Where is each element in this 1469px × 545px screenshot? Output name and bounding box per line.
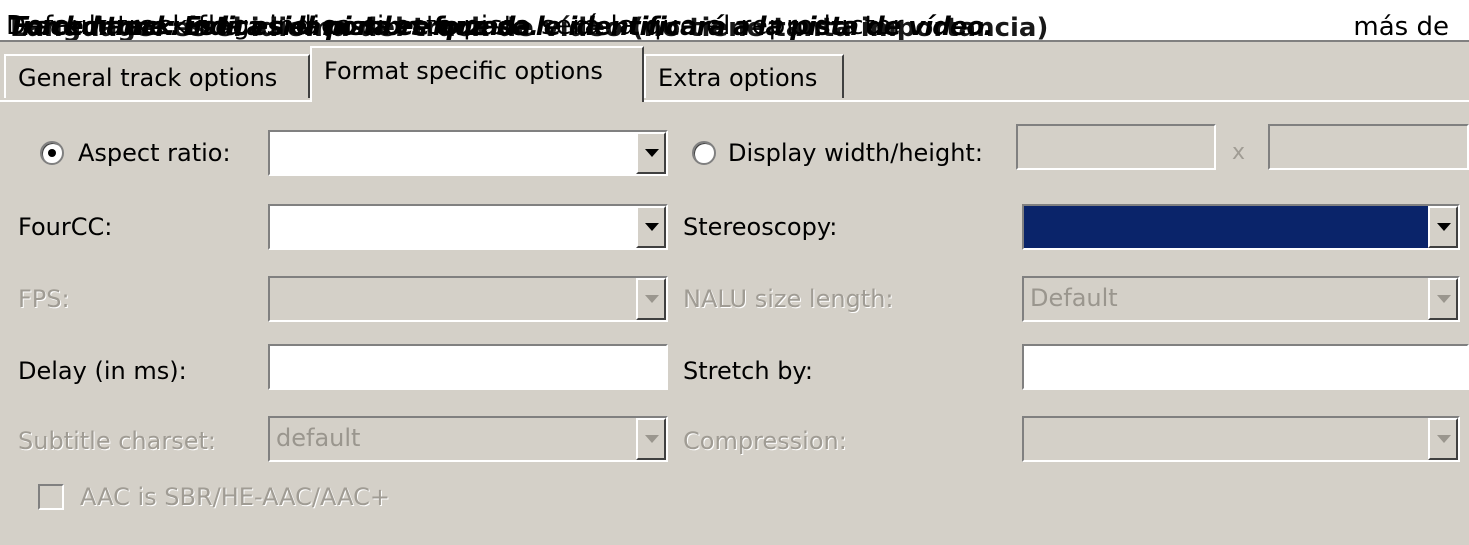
compression-label: Compression: xyxy=(683,427,847,455)
chevron-down-icon[interactable] xyxy=(636,418,666,460)
display-width-field[interactable] xyxy=(1016,124,1216,170)
nalu-size-length-combo[interactable]: Default xyxy=(1022,276,1460,322)
display-height-field[interactable] xyxy=(1268,124,1469,170)
aac-sbr-label: AAC is SBR/HE-AAC/AAC+ xyxy=(80,483,390,511)
compression-combo[interactable] xyxy=(1022,416,1460,462)
divider xyxy=(0,100,1469,102)
aspect-ratio-label: Aspect ratio: xyxy=(78,139,231,167)
delay-field[interactable] xyxy=(268,344,668,390)
chevron-down-icon[interactable] xyxy=(636,132,666,174)
fps-combo[interactable] xyxy=(268,276,668,322)
aspect-ratio-combo[interactable] xyxy=(268,130,668,176)
dimension-separator: x xyxy=(1232,140,1246,165)
subtitle-charset-value: default xyxy=(276,424,361,452)
fourcc-label: FourCC: xyxy=(18,213,113,241)
stereoscopy-label: Stereoscopy: xyxy=(683,213,838,241)
chevron-down-icon[interactable] xyxy=(1428,206,1458,248)
stretch-by-label: Stretch by: xyxy=(683,357,813,385)
aac-sbr-checkbox[interactable] xyxy=(38,484,64,510)
display-width-height-radio[interactable] xyxy=(692,141,716,165)
fourcc-combo[interactable] xyxy=(268,204,668,250)
tab-extra-options[interactable]: Extra options xyxy=(644,54,844,98)
nalu-size-length-value: Default xyxy=(1030,284,1118,312)
overlapping-text-header: Track name: Esta es el nombre que se le … xyxy=(0,0,1469,42)
chevron-down-icon[interactable] xyxy=(636,278,666,320)
fps-label: FPS: xyxy=(18,285,70,313)
tab-strip: General track options Format specific op… xyxy=(4,44,1469,102)
header-text-tail: más de xyxy=(1347,12,1449,42)
header-text-line: Forced track: indica si la pista es forz… xyxy=(12,12,539,42)
stereoscopy-combo[interactable] xyxy=(1022,204,1460,250)
chevron-down-icon[interactable] xyxy=(1428,278,1458,320)
tab-format-specific-options[interactable]: Format specific options xyxy=(310,46,644,102)
subtitle-charset-combo[interactable]: default xyxy=(268,416,668,462)
chevron-down-icon[interactable] xyxy=(636,206,666,248)
tab-general-track-options[interactable]: General track options xyxy=(4,54,310,98)
nalu-size-length-label: NALU size length: xyxy=(683,285,894,313)
chevron-down-icon[interactable] xyxy=(1428,418,1458,460)
stretch-by-field[interactable] xyxy=(1022,344,1469,390)
subtitle-charset-label: Subtitle charset: xyxy=(18,427,216,455)
display-width-height-label: Display width/height: xyxy=(728,139,983,167)
delay-label: Delay (in ms): xyxy=(18,357,187,385)
aspect-ratio-radio[interactable] xyxy=(40,141,64,165)
divider xyxy=(0,40,1469,42)
